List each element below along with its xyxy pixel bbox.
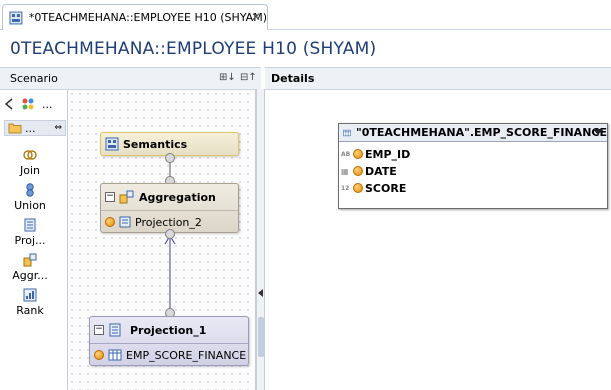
scenario-canvas[interactable]: Semantics − Aggregation Projection_2 − P… — [68, 90, 256, 390]
tool-projection[interactable]: Proj... — [8, 218, 52, 247]
input-status-icon — [94, 350, 104, 360]
close-icon[interactable]: ✕ — [251, 10, 261, 24]
rank-icon — [23, 288, 37, 302]
projection-1-input-label: EMP_SCORE_FINANCE — [126, 348, 247, 362]
table-node-header: "0TEACHMEHANA".EMP_SCORE_FINANCE — [339, 124, 607, 142]
palette-pin-icon[interactable]: ⇔ — [54, 123, 62, 133]
table-icon — [343, 129, 351, 136]
column-name: SCORE — [365, 181, 407, 195]
editor-tab-bar: *0TEACHMEHANA::EMPLOYEE H10 (SHYAM) ✕ — [0, 0, 611, 30]
column-row[interactable]: ▦ DATE — [341, 163, 397, 179]
details-header-label: Details — [271, 72, 315, 85]
projection-icon — [119, 216, 131, 228]
tool-join[interactable]: Join — [8, 148, 52, 177]
projection-node-icon — [109, 323, 121, 337]
palette-more[interactable]: ... — [42, 98, 53, 111]
tool-rank-label: Rank — [16, 304, 44, 317]
tool-union-label: Union — [14, 199, 46, 212]
details-panel: Details "0TEACHMEHANA".EMP_SCORE_FINANCE… — [265, 67, 611, 390]
projection-1-input-row[interactable]: EMP_SCORE_FINANCE — [90, 343, 248, 366]
editor-tab[interactable]: *0TEACHMEHANA::EMPLOYEE H10 (SHYAM) ✕ — [2, 4, 268, 30]
expand-all-button[interactable]: ⊞↓ — [219, 72, 236, 83]
tool-palette: ... ... ⇔ Join Union Proj... Aggr... Ran… — [0, 90, 68, 390]
table-node[interactable]: "0TEACHMEHANA".EMP_SCORE_FINANCE AB EMP_… — [338, 123, 608, 209]
aggregation-node[interactable]: − Aggregation Projection_2 — [100, 183, 239, 233]
date-type-icon: ▦ — [341, 166, 349, 176]
tool-aggregation-label: Aggr... — [12, 269, 48, 282]
scenario-header: Scenario ⊞↓ ⊟↑ — [0, 68, 261, 90]
palette-folder-label: ... — [25, 121, 36, 135]
scenario-panel: Scenario ⊞↓ ⊟↑ ... ... ⇔ Join Union Proj… — [0, 67, 261, 390]
projection-1-node[interactable]: − Projection_1 EMP_SCORE_FINANCE — [89, 316, 249, 366]
calculation-view-icon — [9, 11, 23, 24]
tool-rank[interactable]: Rank — [8, 288, 52, 317]
panel-sash[interactable] — [256, 89, 265, 390]
collapse-palette-icon[interactable] — [4, 98, 14, 110]
aggregation-node-icon — [119, 190, 134, 204]
column-row[interactable]: 12 SCORE — [341, 180, 406, 196]
aggregation-input-label: Projection_2 — [135, 215, 202, 229]
column-row[interactable]: AB EMP_ID — [341, 146, 410, 162]
palette-toolbar: ... — [4, 96, 64, 112]
table-icon — [108, 349, 122, 361]
aggregation-input-port[interactable] — [165, 229, 175, 239]
aggregation-title: Aggregation — [139, 190, 216, 204]
projection-icon — [24, 218, 36, 232]
string-type-icon: AB — [341, 150, 351, 158]
tool-aggregation[interactable]: Aggr... — [8, 253, 52, 282]
collapse-all-button[interactable]: ⊟↑ — [240, 72, 257, 83]
tool-union[interactable]: Union — [8, 183, 52, 212]
details-header: Details — [265, 68, 611, 90]
union-icon — [26, 183, 34, 197]
collapse-node-button[interactable]: − — [105, 192, 115, 202]
collapse-arrow-icon[interactable] — [258, 289, 263, 297]
column-status-icon — [353, 166, 363, 176]
folder-icon — [8, 123, 22, 134]
title-band: 0TEACHMEHANA::EMPLOYEE H10 (SHYAM) — [0, 31, 611, 67]
collapse-node-button[interactable]: − — [94, 325, 104, 335]
palette-folder[interactable]: ... ⇔ — [4, 120, 66, 136]
chevron-down-icon[interactable] — [593, 129, 603, 135]
column-name: EMP_ID — [365, 147, 411, 161]
table-name: "0TEACHMEHANA".EMP_SCORE_FINANCE — [356, 126, 607, 139]
aggregation-icon — [23, 253, 37, 267]
column-status-icon — [353, 183, 363, 193]
tool-join-label: Join — [19, 164, 40, 177]
page-title: 0TEACHMEHANA::EMPLOYEE H10 (SHYAM) — [10, 39, 377, 59]
scenario-header-label: Scenario — [10, 72, 58, 85]
column-status-icon — [353, 149, 363, 159]
palette-color-icon[interactable] — [20, 97, 36, 111]
join-icon — [23, 150, 37, 160]
semantics-input-port[interactable] — [165, 153, 175, 163]
semantics-title: Semantics — [123, 137, 188, 151]
aggregation-node-header: − Aggregation — [101, 184, 238, 210]
semantics-icon — [105, 137, 119, 151]
tool-projection-label: Proj... — [14, 234, 46, 247]
semantics-node-header: Semantics — [101, 133, 238, 155]
projection-1-node-header: − Projection_1 — [90, 317, 248, 343]
number-type-icon: 12 — [341, 184, 350, 192]
column-name: DATE — [365, 164, 397, 178]
projection-1-title: Projection_1 — [130, 323, 207, 337]
input-status-icon — [105, 217, 115, 227]
sash-thumb[interactable] — [258, 317, 264, 357]
editor-tab-label: *0TEACHMEHANA::EMPLOYEE H10 (SHYAM) — [28, 11, 267, 24]
